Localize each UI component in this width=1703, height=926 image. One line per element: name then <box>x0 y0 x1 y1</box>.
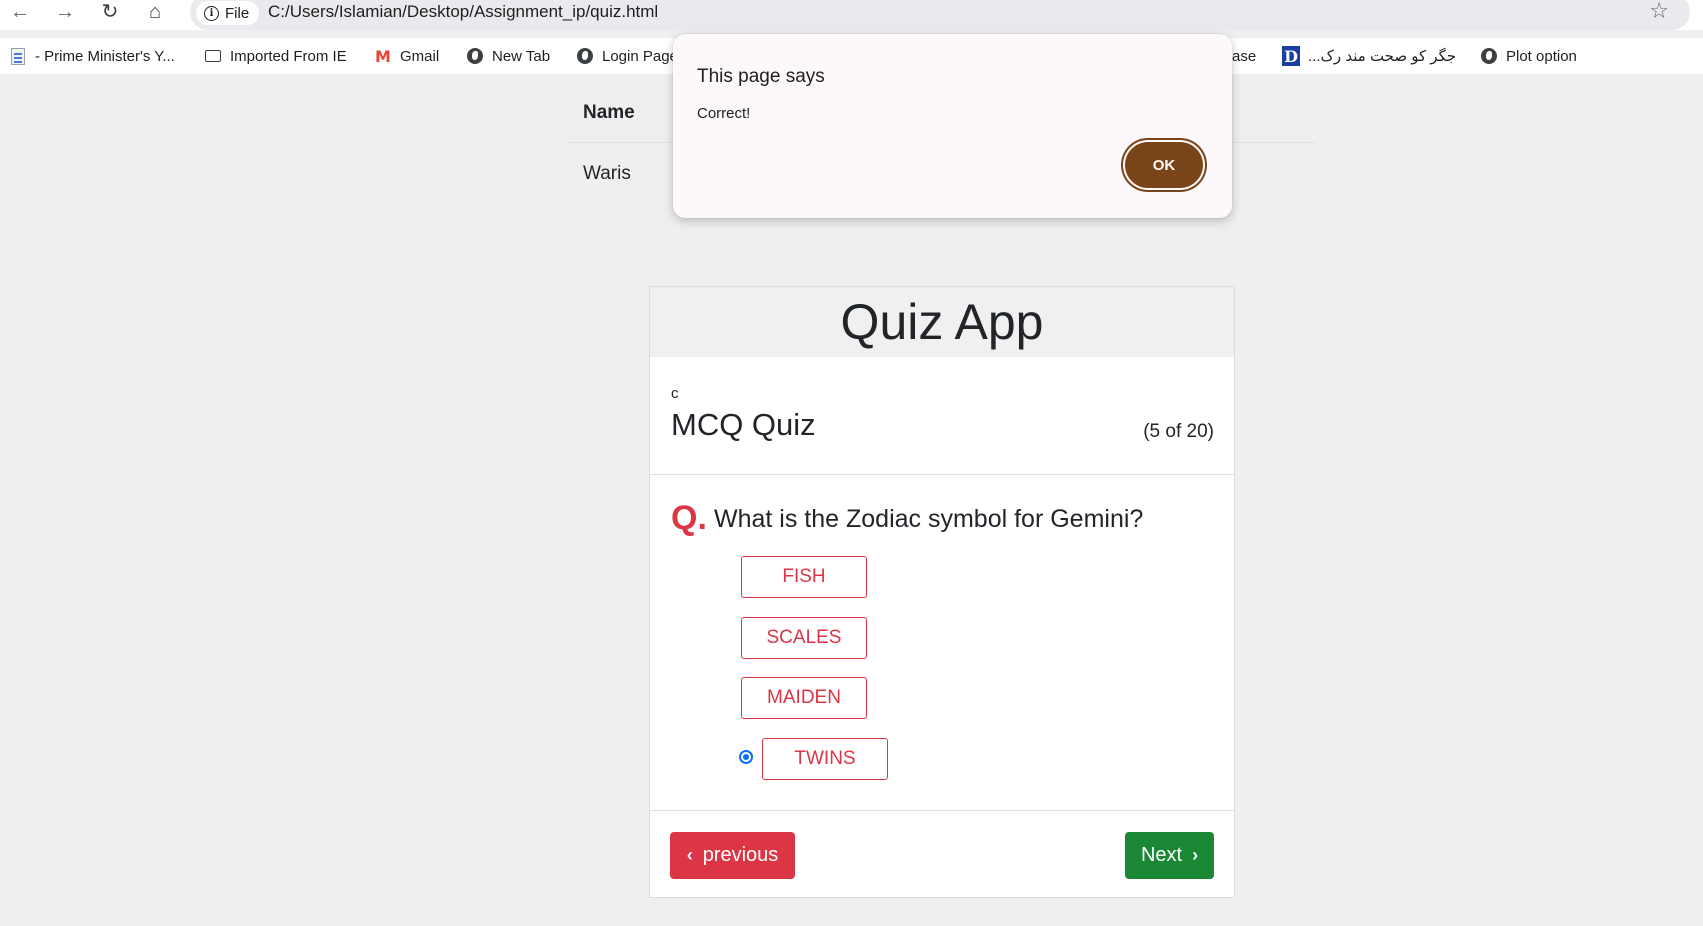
reload-icon[interactable]: ↻ <box>96 0 124 24</box>
app-title: Quiz App <box>840 294 1044 350</box>
option-maiden[interactable]: MAIDEN <box>741 677 867 719</box>
bookmark-new-tab[interactable]: New Tab <box>466 44 550 68</box>
gmail-icon: M <box>375 46 391 66</box>
home-icon[interactable]: ⌂ <box>141 0 169 24</box>
bookmark-label: Plot option <box>1506 47 1577 65</box>
d-logo-icon: D <box>1282 46 1300 66</box>
bookmark-urdu-article[interactable]: D جگر کو صحت مند رک... <box>1282 44 1456 68</box>
bookmark-label: Gmail <box>400 47 440 65</box>
bookmark-label: - Prime Minister's Y... <box>35 47 175 65</box>
bookmark-imported-from-ie[interactable]: Imported From IE <box>204 44 347 68</box>
globe-icon <box>576 47 594 65</box>
table-cell-name: Waris <box>583 163 631 184</box>
globe-icon <box>1480 47 1498 65</box>
option-fish[interactable]: FISH <box>741 556 867 598</box>
card-header: Quiz App <box>650 287 1234 357</box>
option-twins[interactable]: TWINS <box>762 738 888 780</box>
bookmark-gmail[interactable]: M Gmail <box>374 44 439 68</box>
divider <box>650 810 1234 811</box>
bookmark-label: New Tab <box>492 47 551 65</box>
globe-icon <box>466 47 484 65</box>
bookmark-plot-option[interactable]: Plot option <box>1480 44 1577 68</box>
option-scales[interactable]: SCALES <box>741 617 867 659</box>
ok-button[interactable]: OK <box>1125 142 1203 188</box>
url-text[interactable]: C:/Users/Islamian/Desktop/Assignment_ip/… <box>268 2 658 22</box>
previous-button[interactable]: ‹ previous <box>670 832 795 879</box>
question-text: What is the Zodiac symbol for Gemini? <box>714 505 1144 533</box>
bookmark-label: Login Page <box>602 47 678 65</box>
site-chip-label: File <box>225 4 250 22</box>
chevron-left-icon: ‹ <box>686 845 693 865</box>
table-header-name: Name <box>583 102 635 123</box>
quiz-card: Quiz App c MCQ Quiz (5 of 20) Q. What is… <box>649 286 1235 898</box>
folder-icon <box>204 47 222 65</box>
question-marker: Q. <box>671 499 707 537</box>
info-icon: i <box>204 5 219 21</box>
previous-label: previous <box>702 844 779 866</box>
bookmark-star-icon[interactable]: ☆ <box>1649 0 1669 24</box>
chevron-right-icon: › <box>1192 845 1199 865</box>
forward-icon[interactable]: → <box>51 0 79 24</box>
selected-radio[interactable] <box>739 750 753 764</box>
next-button[interactable]: Next › <box>1125 832 1214 879</box>
dialog-message: Correct! <box>697 105 751 122</box>
bookmark-partial[interactable]: ase <box>1232 44 1256 68</box>
question-progress: (5 of 20) <box>1143 421 1214 442</box>
address-bar[interactable]: i File C:/Users/Islamian/Desktop/Assignm… <box>190 0 1690 30</box>
bookmark-login-page[interactable]: Login Page <box>576 44 678 68</box>
back-icon[interactable]: ← <box>6 0 34 24</box>
quiz-title: MCQ Quiz <box>671 407 816 442</box>
bookmark-label: جگر کو صحت مند رک... <box>1308 48 1457 65</box>
alert-dialog: This page says Correct! OK <box>673 34 1232 218</box>
document-icon <box>9 47 27 65</box>
dialog-title: This page says <box>697 66 825 87</box>
small-label: c <box>671 385 679 402</box>
site-info-chip[interactable]: i File <box>196 1 260 25</box>
bookmark-prime-minister[interactable]: - Prime Minister's Y... <box>9 44 175 68</box>
next-label: Next <box>1140 844 1183 866</box>
bookmark-label: Imported From IE <box>230 47 347 65</box>
browser-toolbar: ← → ↻ ⌂ i File C:/Users/Islamian/Desktop… <box>0 0 1703 30</box>
divider <box>650 474 1234 475</box>
bookmark-label: ase <box>1232 47 1257 65</box>
